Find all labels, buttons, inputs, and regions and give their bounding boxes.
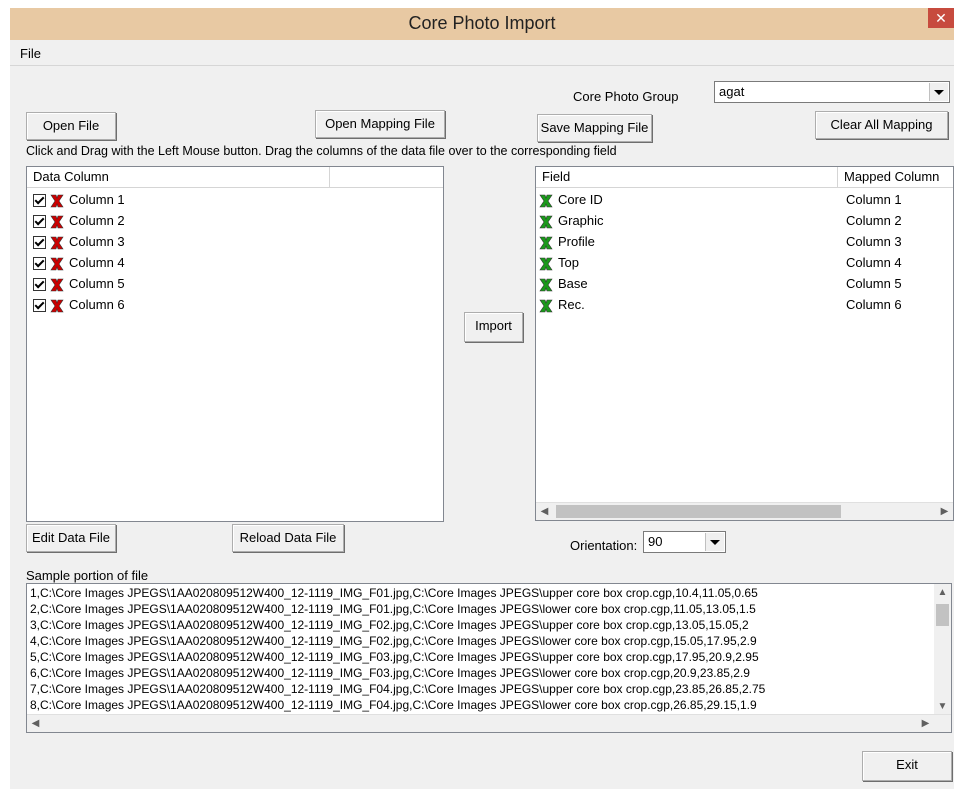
x-mark-icon — [50, 257, 64, 270]
sample-line: 7,C:\Core Images JPEGS\1AA020809512W400_… — [30, 682, 766, 696]
reload-data-file-button[interactable]: Reload Data File — [232, 524, 344, 552]
x-mark-icon — [50, 215, 64, 228]
orientation-value: 90 — [648, 534, 663, 549]
chevron-down-icon[interactable] — [705, 533, 724, 551]
mapped-column-header-cell[interactable]: Mapped Column — [838, 167, 953, 187]
mapped-column-cell[interactable]: Column 3 — [846, 231, 902, 252]
field-row[interactable]: Top — [538, 252, 579, 273]
checkbox[interactable] — [33, 236, 46, 250]
scroll-right-icon[interactable]: ▶ — [936, 503, 953, 520]
sample-line: 1,C:\Core Images JPEGS\1AA020809512W400_… — [30, 586, 758, 600]
field-row[interactable]: Base — [538, 273, 588, 294]
core-photo-group-value: agat — [719, 84, 745, 99]
title-bar: Core Photo Import ✕ — [10, 8, 954, 41]
data-column-label: Column 3 — [69, 234, 125, 249]
field-list-hscroll-thumb[interactable] — [556, 505, 841, 518]
x-mark-icon — [539, 215, 553, 228]
data-column-header: Data Column — [27, 167, 443, 188]
sample-textbox[interactable]: 1,C:\Core Images JPEGS\1AA020809512W400_… — [26, 583, 952, 733]
instructions-text: Click and Drag with the Left Mouse butto… — [26, 144, 617, 158]
field-label: Rec. — [558, 297, 585, 312]
list-item[interactable]: Column 5 — [33, 273, 125, 294]
field-mapping-list[interactable]: Field Mapped Column Core ID Column 1 Graph… — [535, 166, 954, 521]
checkbox[interactable] — [33, 194, 46, 208]
close-button[interactable]: ✕ — [928, 8, 954, 28]
data-column-label: Column 5 — [69, 276, 125, 291]
scroll-left-icon[interactable]: ◀ — [536, 503, 553, 520]
x-mark-icon — [539, 257, 553, 270]
checkbox[interactable] — [33, 257, 46, 271]
scroll-down-icon[interactable]: ▼ — [934, 698, 951, 715]
scroll-right-icon[interactable]: ▶ — [917, 715, 934, 732]
x-mark-icon — [539, 194, 553, 207]
sample-line: 4,C:\Core Images JPEGS\1AA020809512W400_… — [30, 634, 757, 648]
data-column-header-empty[interactable] — [330, 167, 443, 187]
mapped-column-cell[interactable]: Column 4 — [846, 252, 902, 273]
mapped-column-cell[interactable]: Column 1 — [846, 189, 902, 210]
data-column-list[interactable]: Data Column Column 1 Column 2 Column 3 Colu… — [26, 166, 444, 522]
sample-line: 6,C:\Core Images JPEGS\1AA020809512W400_… — [30, 666, 750, 680]
import-button[interactable]: Import — [464, 312, 523, 342]
field-label: Top — [558, 255, 579, 270]
scroll-left-icon[interactable]: ◀ — [27, 715, 44, 732]
window-title: Core Photo Import — [408, 13, 556, 33]
sample-line: 5,C:\Core Images JPEGS\1AA020809512W400_… — [30, 650, 759, 664]
mapped-column-cell[interactable]: Column 6 — [846, 294, 902, 315]
sample-line: 2,C:\Core Images JPEGS\1AA020809512W400_… — [30, 602, 756, 616]
field-header-cell[interactable]: Field — [536, 167, 838, 187]
field-mapping-header: Field Mapped Column — [536, 167, 953, 188]
mapped-column-cell[interactable]: Column 2 — [846, 210, 902, 231]
list-item[interactable]: Column 6 — [33, 294, 125, 315]
clear-all-mapping-button[interactable]: Clear All Mapping — [815, 111, 948, 139]
sample-line: 3,C:\Core Images JPEGS\1AA020809512W400_… — [30, 618, 749, 632]
orientation-select[interactable]: 90 — [643, 531, 726, 553]
list-item[interactable]: Column 1 — [33, 189, 125, 210]
x-mark-icon — [50, 194, 64, 207]
data-column-label: Column 2 — [69, 213, 125, 228]
x-mark-icon — [50, 236, 64, 249]
open-mapping-file-button[interactable]: Open Mapping File — [315, 110, 445, 138]
field-label: Base — [558, 276, 588, 291]
sample-vscrollbar[interactable]: ▲ ▼ — [934, 584, 951, 715]
core-photo-group-label: Core Photo Group — [573, 89, 679, 104]
data-column-label: Column 1 — [69, 192, 125, 207]
mapped-column-cell[interactable]: Column 5 — [846, 273, 902, 294]
scroll-up-icon[interactable]: ▲ — [934, 584, 951, 601]
sample-label: Sample portion of file — [26, 568, 149, 583]
field-row[interactable]: Core ID — [538, 189, 603, 210]
data-column-label: Column 6 — [69, 297, 125, 312]
list-item[interactable]: Column 2 — [33, 210, 125, 231]
checkbox[interactable] — [33, 299, 46, 313]
x-mark-icon — [50, 278, 64, 291]
field-label: Graphic — [558, 213, 604, 228]
list-item[interactable]: Column 3 — [33, 231, 125, 252]
core-photo-group-select[interactable]: agat — [714, 81, 950, 103]
field-row[interactable]: Graphic — [538, 210, 604, 231]
exit-button[interactable]: Exit — [862, 751, 952, 781]
x-mark-icon — [539, 236, 553, 249]
orientation-label: Orientation: — [570, 538, 638, 553]
menu-bar: File — [10, 41, 954, 66]
x-mark-icon — [50, 299, 64, 312]
field-row[interactable]: Rec. — [538, 294, 585, 315]
menu-file[interactable]: File — [20, 46, 41, 61]
field-label: Core ID — [558, 192, 603, 207]
sample-vscroll-thumb[interactable] — [936, 604, 949, 626]
data-column-label: Column 4 — [69, 255, 125, 270]
save-mapping-file-button[interactable]: Save Mapping File — [537, 114, 652, 142]
data-column-header-cell[interactable]: Data Column — [27, 167, 330, 187]
x-mark-icon — [539, 299, 553, 312]
edit-data-file-button[interactable]: Edit Data File — [26, 524, 116, 552]
sample-line: 8,C:\Core Images JPEGS\1AA020809512W400_… — [30, 698, 757, 712]
x-mark-icon — [539, 278, 553, 291]
field-row[interactable]: Profile — [538, 231, 595, 252]
sample-hscrollbar[interactable]: ◀ ▶ — [27, 714, 951, 732]
list-item[interactable]: Column 4 — [33, 252, 125, 273]
open-file-button[interactable]: Open File — [26, 112, 116, 140]
checkbox[interactable] — [33, 215, 46, 229]
checkbox[interactable] — [33, 278, 46, 292]
field-list-hscrollbar[interactable]: ◀ ▶ — [536, 502, 953, 520]
chevron-down-icon[interactable] — [929, 83, 948, 101]
field-label: Profile — [558, 234, 595, 249]
